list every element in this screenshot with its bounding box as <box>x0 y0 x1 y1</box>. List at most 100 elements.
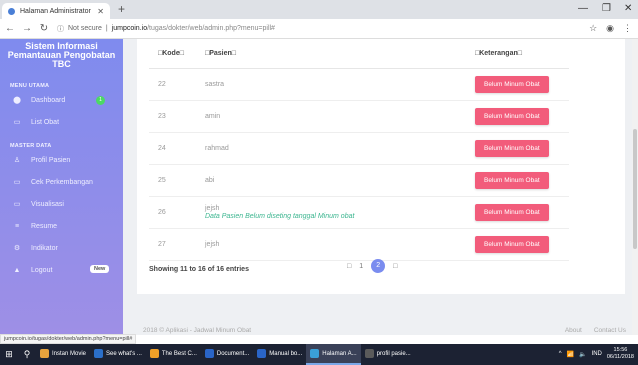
scrollbar-thumb[interactable] <box>633 129 637 249</box>
taskbar-app-label: Manual bo... <box>269 350 303 357</box>
taskbar-app[interactable]: Manual bo... <box>253 344 306 365</box>
tray-chevron-icon[interactable]: ^ <box>559 351 562 357</box>
status-button[interactable]: Belum Minum Obat <box>475 75 549 93</box>
column-header-keterangan[interactable]: □Keterangan□ <box>475 39 569 69</box>
sidebar: Sistem Informasi Pemantauan Pengobatan T… <box>0 39 123 335</box>
sidebar-item-visualisasi[interactable]: ▭ Visualisasi <box>0 193 123 215</box>
cell-kode: 27 <box>149 228 205 261</box>
reload-icon[interactable]: ↻ <box>37 23 51 34</box>
address-bar: ← → ↻ ⓘ Not secure | jumpcoin.io/tugas/d… <box>0 19 638 39</box>
status-button[interactable]: Belum Minum Obat <box>475 203 549 221</box>
taskbar-app[interactable]: The Best C... <box>146 344 201 365</box>
patient-note: Data Pasien Belum diseting tanggal Minum… <box>205 212 355 220</box>
palette-icon: ⬤ <box>13 97 21 104</box>
page-scrollbar[interactable] <box>632 39 638 335</box>
sidebar-item-label: Logout <box>31 266 53 274</box>
folder-icon: ▭ <box>13 201 21 208</box>
cell-kode: 22 <box>149 68 205 101</box>
browser-tab-bar: Halaman Administrator ✕ + — ❐ ✕ <box>0 0 638 19</box>
url-field[interactable]: ⓘ Not secure | jumpcoin.io/tugas/dokter/… <box>57 24 275 34</box>
sidebar-item-logout[interactable]: ▲ Logout New <box>0 259 123 281</box>
footer-contact-link[interactable]: Contact Us <box>594 327 626 334</box>
taskbar-app[interactable]: Instan Movie <box>36 344 90 365</box>
user-icon: ♙ <box>13 157 21 164</box>
sidebar-item-indikator[interactable]: ⚙ Indikator <box>0 237 123 259</box>
windows-start-icon[interactable]: ⊞ <box>0 344 18 365</box>
list-icon: ≡ <box>14 222 20 230</box>
page-2-button[interactable]: 2 <box>371 259 386 273</box>
table-row: 24 rahmad Belum Minum Obat <box>149 132 569 165</box>
patient-name: amin <box>205 112 221 120</box>
taskbar-app-label: See what's ... <box>106 350 142 357</box>
status-button[interactable]: Belum Minum Obat <box>475 107 549 125</box>
taskbar-app[interactable]: See what's ... <box>90 344 146 365</box>
taskbar-app[interactable]: Halaman A... <box>306 344 361 365</box>
patient-name: sastra <box>205 80 225 88</box>
maximize-icon[interactable]: ❐ <box>602 3 611 14</box>
table-row: 26 jejsh Data Pasien Belum diseting tangga… <box>149 196 569 229</box>
sidebar-item-cek-perkembangan[interactable]: ▭ Cek Perkembangan <box>0 171 123 193</box>
clock-date: 06/11/2018 <box>606 354 634 360</box>
sidebar-item-profil-pasien[interactable]: ♙ Profil Pasien <box>0 149 123 171</box>
previous-page-button[interactable]: □ <box>347 263 351 270</box>
status-button[interactable]: Belum Minum Obat <box>475 171 549 189</box>
taskbar-app-label: Halaman A... <box>322 350 357 357</box>
taskbar-app-label: The Best C... <box>161 350 197 357</box>
clock[interactable]: 15:56 06/11/2018 <box>607 347 634 361</box>
back-icon[interactable]: ← <box>3 23 17 34</box>
badge: New <box>90 265 110 273</box>
search-icon[interactable]: ⚲ <box>18 344 36 365</box>
windows-taskbar: ⊞ ⚲ Instan Movie See what's ... The Best C… <box>0 344 638 365</box>
footer-about-link[interactable]: About <box>565 327 582 334</box>
settings-icon: ⚙ <box>13 245 21 252</box>
minimize-icon[interactable]: — <box>578 3 588 14</box>
app-icon <box>364 349 374 358</box>
browser-tab[interactable]: Halaman Administrator ✕ <box>2 3 110 19</box>
app-icon <box>257 349 267 358</box>
bookmark-star-icon[interactable]: ☆ <box>589 23 597 34</box>
cell-pasien: amin <box>205 100 475 133</box>
system-tray: ^ 📶 🔈 IND 15:56 06/11/2018 <box>559 347 634 361</box>
info-icon[interactable]: ⓘ <box>57 24 64 34</box>
column-header-pasien[interactable]: □Pasien□ <box>205 39 475 69</box>
extension-icon[interactable]: ◉ <box>606 23 614 34</box>
patient-name: jejsh <box>205 240 220 248</box>
sidebar-item-dashboard[interactable]: ⬤ Dashboard 1 <box>0 89 123 111</box>
cell-kode: 24 <box>149 132 205 165</box>
status-button[interactable]: Belum Minum Obat <box>475 235 549 253</box>
volume-icon[interactable]: 🔈 <box>579 351 586 358</box>
taskbar-app-label: Instan Movie <box>52 350 87 357</box>
sidebar-item-list-obat[interactable]: ▭ List Obat <box>0 111 123 133</box>
cell-keterangan: Belum Minum Obat <box>475 228 569 261</box>
cell-keterangan: Belum Minum Obat <box>475 100 569 133</box>
entries-info: Showing 11 to 16 of 16 entries <box>149 266 249 273</box>
status-url-tooltip: jumpcoin.io/tugas/dokter/web/admin.php?m… <box>0 334 137 344</box>
lock-icon: ▲ <box>13 266 21 274</box>
badge: 1 <box>96 96 105 105</box>
taskbar-app[interactable]: profil pasie... <box>361 344 415 365</box>
window-close-icon[interactable]: ✕ <box>624 3 632 14</box>
cell-kode: 26 <box>149 196 205 229</box>
new-tab-icon[interactable]: + <box>118 2 125 16</box>
favicon-icon <box>8 7 15 15</box>
column-header-kode[interactable]: □Kode□ <box>149 39 205 69</box>
network-icon[interactable]: 📶 <box>567 351 574 358</box>
main-content: □Kode□ □Pasien□ □Keterangan□ 22 sastra Bel… <box>123 39 638 335</box>
patient-name: jejsh <box>205 204 220 212</box>
lang-indicator[interactable]: IND <box>592 351 602 357</box>
forward-icon[interactable]: → <box>20 23 34 34</box>
sidebar-item-resume[interactable]: ≡ Resume <box>0 215 123 237</box>
page-1-button[interactable]: 1 <box>359 263 363 270</box>
data-card: □Kode□ □Pasien□ □Keterangan□ 22 sastra Bel… <box>137 39 625 294</box>
next-page-button[interactable]: □ <box>393 263 397 270</box>
url-path: /tugas/dokter/web/admin.php?menu=pill# <box>147 25 275 32</box>
sidebar-item-label: Cek Perkembangan <box>31 178 93 186</box>
sidebar-item-label: Profil Pasien <box>31 156 71 164</box>
app-brand: Sistem Informasi Pemantauan Pengobatan T… <box>7 41 116 69</box>
taskbar-app-label: Document... <box>216 350 250 357</box>
sidebar-item-label: Visualisasi <box>31 200 64 208</box>
status-button[interactable]: Belum Minum Obat <box>475 139 549 157</box>
menu-dots-icon[interactable]: ⋮ <box>623 23 632 34</box>
close-tab-icon[interactable]: ✕ <box>97 7 104 16</box>
taskbar-app[interactable]: Document... <box>201 344 253 365</box>
